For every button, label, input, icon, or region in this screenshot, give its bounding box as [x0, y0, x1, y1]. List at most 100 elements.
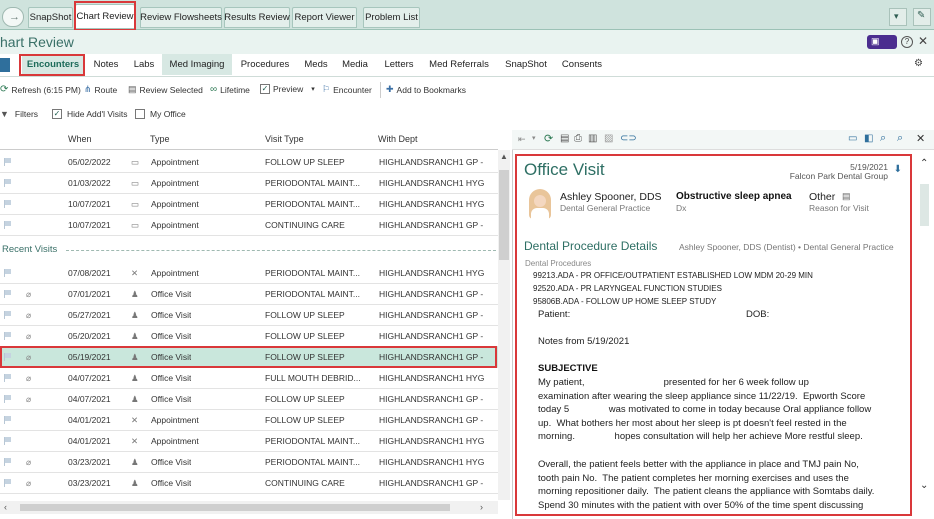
flag-icon[interactable] [4, 158, 12, 166]
scroll-left-icon[interactable]: ‹ [4, 502, 7, 512]
hide-addl-visits-checkbox[interactable]: ✓ [52, 109, 62, 119]
preview-vertical-scrollbar[interactable]: ⌃ ⌄ [916, 154, 932, 512]
tab-snapshot[interactable]: SnapShot [500, 54, 552, 75]
preview-toggle[interactable]: ✓ Preview ▾ [260, 84, 315, 94]
provider-name[interactable]: Ashley Spooner, DDS [560, 191, 662, 203]
flag-icon[interactable] [4, 200, 12, 208]
flag-icon[interactable] [4, 269, 12, 277]
top-tab-report-viewer[interactable]: Report Viewer [292, 7, 357, 28]
my-office-checkbox[interactable] [135, 109, 145, 119]
top-tab-snapshot[interactable]: SnapShot [28, 7, 73, 28]
tab-labs[interactable]: Labs [128, 54, 160, 75]
route-button[interactable]: ⋔ Route [84, 84, 117, 95]
tab-encounters[interactable]: Encounters [22, 54, 84, 75]
layout-icon[interactable]: ▭ [848, 133, 857, 144]
attachment-icon[interactable]: ⌀ [26, 373, 31, 384]
tab-letters[interactable]: Letters [378, 54, 420, 75]
back-forward-button[interactable]: → [2, 7, 24, 27]
refresh-icon[interactable]: ⟳ [544, 132, 553, 145]
flag-icon[interactable] [4, 437, 12, 445]
column-header-when[interactable]: When [68, 134, 92, 144]
scroll-thumb[interactable] [20, 504, 450, 511]
attachment-icon[interactable]: ⌀ [26, 478, 31, 489]
scroll-thumb[interactable] [499, 170, 509, 260]
table-row[interactable]: ✕ 04/01/2021 Appointment PERIODONTAL MAINT.… [0, 431, 498, 452]
help-icon[interactable]: ? [901, 36, 913, 48]
link-icon[interactable]: ⊂⊃ [620, 133, 637, 144]
attachment-icon[interactable]: ⌀ [26, 289, 31, 300]
attachment-icon[interactable]: ⌀ [26, 331, 31, 342]
scroll-down-icon[interactable]: ⌄ [920, 480, 928, 491]
column-header-with-dept[interactable]: With Dept [378, 134, 418, 144]
table-row[interactable]: ⌀ ♟ 05/19/2021 Office Visit FOLLOW UP SLEEP H… [0, 347, 498, 368]
document-icon[interactable]: ▤ [560, 133, 569, 144]
top-tab-review-flowsheets[interactable]: Review Flowsheets [140, 7, 222, 28]
flag-icon[interactable] [4, 374, 12, 382]
tools-button[interactable]: ✎ [913, 8, 931, 26]
table-row[interactable]: ⌀ ♟ 04/07/2021 Office Visit FULL MOUTH DEBRI… [0, 368, 498, 389]
export-icon[interactable]: ▥ [588, 133, 597, 144]
zoom-out-icon[interactable]: ⌕ [897, 132, 903, 145]
flag-icon[interactable] [4, 311, 12, 319]
flag-icon[interactable] [4, 479, 12, 487]
table-row[interactable]: ⌀ ♟ 03/23/2021 Office Visit CONTINUING CARE H… [0, 473, 498, 494]
review-selected-button[interactable]: ▤ Review Selected [128, 84, 203, 95]
back-icon[interactable]: ⇤ [518, 134, 526, 145]
flag-icon[interactable] [4, 290, 12, 298]
table-row[interactable]: ⌀ ♟ 04/07/2021 Office Visit FOLLOW UP SLEEP H… [0, 389, 498, 410]
chevron-down-icon[interactable]: ▾ [532, 134, 536, 142]
table-row[interactable]: ▭ 01/03/2022 Appointment PERIODONTAL MAINT.… [0, 173, 498, 194]
zoom-in-icon[interactable]: ⌕ [880, 132, 886, 145]
image-icon[interactable]: ▨ [604, 133, 613, 144]
attachment-icon[interactable]: ⌀ [26, 310, 31, 321]
attachment-icon[interactable]: ⌀ [26, 457, 31, 468]
hide-addl-visits-toggle[interactable]: ✓ Hide Add'l Visits [52, 109, 128, 119]
tab-procedures[interactable]: Procedures [236, 54, 294, 75]
my-office-toggle[interactable]: My Office [135, 109, 186, 119]
filters-button[interactable]: ▼ Filters [0, 109, 38, 119]
table-row[interactable]: ✕ 04/01/2021 Appointment FOLLOW UP SLEEP HIG… [0, 410, 498, 431]
grid-horizontal-scrollbar[interactable]: ‹ › [0, 501, 498, 514]
top-tab-results-review[interactable]: Results Review [224, 7, 290, 28]
lifetime-button[interactable]: ∞ Lifetime [210, 84, 250, 95]
scroll-up-icon[interactable]: ⌃ [920, 158, 928, 169]
tab-consents[interactable]: Consents [558, 54, 606, 75]
table-row[interactable]: ▭ 10/07/2021 Appointment PERIODONTAL MAINT.… [0, 194, 498, 215]
dropdown-button[interactable]: ▾ [889, 8, 907, 26]
flag-icon[interactable] [4, 416, 12, 424]
tab-meds[interactable]: Meds [298, 54, 334, 75]
top-tab-problem-list[interactable]: Problem List [363, 7, 420, 28]
table-row[interactable]: ⌀ ♟ 07/01/2021 Office Visit PERIODONTAL MAIN… [0, 284, 498, 305]
tab-med-referrals[interactable]: Med Referrals [424, 54, 494, 75]
add-bookmark-button[interactable]: ✚ Add to Bookmarks [386, 84, 466, 95]
table-row[interactable]: ✕ 07/08/2021 Appointment PERIODONTAL MAINT.… [0, 263, 498, 284]
preview-checkbox[interactable]: ✓ [260, 84, 270, 94]
media-icon[interactable]: ▣ [867, 35, 897, 49]
flag-icon[interactable] [4, 395, 12, 403]
grid-vertical-scrollbar[interactable]: ▲ [498, 150, 510, 500]
attachment-icon[interactable]: ⌀ [26, 394, 31, 405]
scroll-up-icon[interactable]: ▲ [500, 152, 508, 161]
encounter-button[interactable]: ⚐ Encounter [322, 84, 372, 95]
tab-notes[interactable]: Notes [88, 54, 124, 75]
flag-icon[interactable] [4, 353, 12, 361]
flag-icon[interactable] [4, 179, 12, 187]
tab-med-imaging[interactable]: Med Imaging [162, 54, 232, 75]
close-icon[interactable]: ✕ [916, 132, 925, 145]
attachment-icon[interactable]: ⌀ [26, 352, 31, 363]
column-header-visit-type[interactable]: Visit Type [265, 134, 304, 144]
table-row[interactable]: ⌀ ♟ 05/20/2021 Office Visit FOLLOW UP SLEEP H… [0, 326, 498, 347]
refresh-button[interactable]: ⟳ Refresh (6:15 PM) [0, 84, 81, 95]
scroll-right-icon[interactable]: › [480, 502, 483, 512]
table-row[interactable]: ⌀ ♟ 05/27/2021 Office Visit FOLLOW UP SLEEP H… [0, 305, 498, 326]
flag-icon[interactable] [4, 332, 12, 340]
table-row[interactable]: ▭ 10/07/2021 Appointment CONTINUING CARE HIG… [0, 215, 498, 236]
print-icon[interactable]: ⎙ [574, 133, 582, 144]
top-tab-chart-review[interactable]: Chart Review [75, 4, 135, 29]
flag-icon[interactable] [4, 221, 12, 229]
download-icon[interactable]: ⬇ [894, 164, 902, 175]
tab-media[interactable]: Media [336, 54, 374, 75]
table-row[interactable]: ⌀ ♟ 03/23/2021 Office Visit PERIODONTAL MAIN… [0, 452, 498, 473]
scroll-thumb[interactable] [920, 184, 929, 226]
column-header-type[interactable]: Type [150, 134, 170, 144]
